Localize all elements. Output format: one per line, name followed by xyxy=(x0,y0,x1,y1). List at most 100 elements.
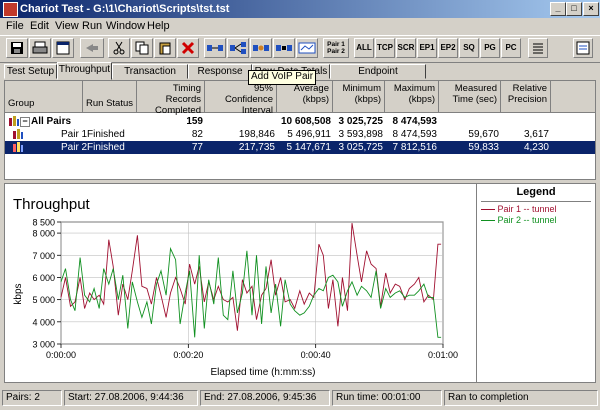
filter-pc-button[interactable]: PC xyxy=(501,38,521,58)
status-completion: Ran to completion xyxy=(444,390,598,406)
delete-icon[interactable] xyxy=(177,38,199,58)
menu-bar: File Edit View Run Window Help xyxy=(0,18,600,35)
col-minimum[interactable]: Minimum (kbps) xyxy=(333,81,385,113)
title-bar: Chariot Test - G:\1\Chariot\Scripts\tst.… xyxy=(0,0,600,18)
close-button[interactable]: × xyxy=(583,2,599,16)
legend-swatch-pair2 xyxy=(481,220,495,222)
menu-file[interactable]: File xyxy=(6,20,24,32)
pair-toggle-button[interactable]: Pair 1 Pair 2 xyxy=(323,38,349,58)
table-row-selected[interactable]: Pair 2 Finished 77 217,735 5 147,671 3 0… xyxy=(5,141,595,154)
menu-view[interactable]: View xyxy=(55,20,79,32)
col-measured-time[interactable]: Measured Time (sec) xyxy=(439,81,501,113)
tab-endpoint-configuration[interactable]: Endpoint Configuration xyxy=(330,64,426,91)
filter-all-button[interactable]: ALL xyxy=(354,38,374,58)
menu-window[interactable]: Window xyxy=(106,20,145,32)
y-tick-label: 8 500 xyxy=(32,218,55,228)
add-multicast-icon[interactable] xyxy=(227,38,249,58)
details-view-icon[interactable] xyxy=(528,38,548,58)
window-icon[interactable] xyxy=(52,38,74,58)
menu-edit[interactable]: Edit xyxy=(30,20,49,32)
legend-label-pair2: Pair 2 -- tunnel xyxy=(497,215,557,225)
y-axis-label: kbps xyxy=(13,283,24,304)
cell-minimum: 3 025,725 xyxy=(338,142,384,153)
menu-help[interactable]: Help xyxy=(147,20,170,32)
pair-icon xyxy=(13,128,23,141)
col-average[interactable]: Average (kbps) xyxy=(277,81,333,113)
tab-test-setup[interactable]: Test Setup xyxy=(4,64,57,79)
y-tick-label: 5 000 xyxy=(32,295,55,305)
tab-transaction-rate[interactable]: Transaction Rate xyxy=(112,64,188,91)
tab-response-time[interactable]: Response Time xyxy=(188,64,252,79)
cell-precision: 3,617 xyxy=(523,129,549,140)
cell-minimum: 3 025,725 xyxy=(338,116,384,127)
legend-item-pair1[interactable]: Pair 1 -- tunnel xyxy=(481,204,557,214)
x-tick-label: 0:00:40 xyxy=(301,350,331,360)
pointer-icon[interactable] xyxy=(80,38,104,58)
tooltip: Add VoIP Pair xyxy=(248,70,317,85)
info-icon[interactable] xyxy=(573,38,593,58)
y-tick-label: 4 000 xyxy=(32,317,55,327)
cell-run-status: Finished xyxy=(87,129,125,140)
chart-legend: Legend Pair 1 -- tunnel Pair 2 -- tunnel xyxy=(476,183,596,383)
filter-scr-button[interactable]: SCR xyxy=(396,38,416,58)
table-row[interactable]: Pair 1 Finished 82 198,846 5 496,911 3 5… xyxy=(5,128,595,141)
collapse-toggle[interactable]: − xyxy=(20,117,30,127)
col-filler xyxy=(551,81,595,113)
status-start: Start: 27.08.2006, 9:44:36 xyxy=(64,390,198,406)
add-app-group-icon[interactable] xyxy=(296,38,318,58)
legend-label-pair1: Pair 1 -- tunnel xyxy=(497,204,557,214)
add-pair-icon[interactable] xyxy=(204,38,226,58)
print-icon[interactable] xyxy=(29,38,51,58)
add-voip-pair-icon[interactable] xyxy=(250,38,272,58)
y-tick-label: 8 000 xyxy=(32,229,55,239)
filter-pg-button[interactable]: PG xyxy=(480,38,500,58)
paste-icon[interactable] xyxy=(154,38,176,58)
x-axis-label: Elapsed time (h:mm:ss) xyxy=(210,367,315,378)
window-title: Chariot Test - G:\1\Chariot\Scripts\tst.… xyxy=(20,3,230,15)
plot-area xyxy=(60,221,444,345)
col-timing-records[interactable]: Timing Records Completed xyxy=(137,81,205,116)
filter-tcp-button[interactable]: TCP xyxy=(375,38,395,58)
cell-average: 5 147,671 xyxy=(286,142,332,153)
cell-maximum: 7 812,516 xyxy=(392,142,438,153)
cut-icon[interactable] xyxy=(108,38,130,58)
col-run-status[interactable]: Run Status xyxy=(83,81,137,113)
pair-icon xyxy=(13,141,23,154)
col-maximum[interactable]: Maximum (kbps) xyxy=(385,81,439,113)
save-icon[interactable] xyxy=(6,38,28,58)
tab-throughput[interactable]: Throughput xyxy=(57,62,112,80)
minimize-button[interactable]: _ xyxy=(550,2,566,16)
col-group[interactable]: Group xyxy=(5,81,83,113)
col-confidence-interval[interactable]: 95% Confidence Interval xyxy=(205,81,277,116)
cell-group: Pair 1 xyxy=(61,129,88,140)
chart-title: Throughput xyxy=(13,196,91,213)
legend-title: Legend xyxy=(516,186,556,198)
maximize-button[interactable]: □ xyxy=(566,2,582,16)
y-tick-label: 6 000 xyxy=(32,273,55,283)
filter-ep2-button[interactable]: EP2 xyxy=(438,38,458,58)
table-row[interactable]: − All Pairs 159 10 608,508 3 025,725 8 4… xyxy=(5,115,595,128)
filter-ep1-button[interactable]: EP1 xyxy=(417,38,437,58)
cell-confidence: 198,846 xyxy=(238,129,275,140)
cell-maximum: 8 474,593 xyxy=(392,116,438,127)
filter-sq-button[interactable]: SQ xyxy=(459,38,479,58)
add-video-pair-icon[interactable] xyxy=(273,38,295,58)
cell-measured-time: 59,670 xyxy=(468,129,499,140)
x-tick-label: 0:00:00 xyxy=(46,350,76,360)
results-grid: Group Run Status Timing Records Complete… xyxy=(4,80,596,180)
status-pairs: Pairs: 2 xyxy=(2,390,62,406)
legend-swatch-pair1 xyxy=(481,209,495,211)
app-icon xyxy=(3,2,18,17)
cell-confidence: 217,735 xyxy=(238,142,275,153)
cell-group: All Pairs xyxy=(31,116,72,127)
col-relative-precision[interactable]: Relative Precision xyxy=(501,81,551,113)
pair-icon xyxy=(9,115,19,128)
cell-records: 159 xyxy=(186,116,203,127)
copy-icon[interactable] xyxy=(131,38,153,58)
menu-run[interactable]: Run xyxy=(82,20,102,32)
cell-average: 5 496,911 xyxy=(287,129,331,140)
cell-minimum: 3 593,898 xyxy=(338,129,384,140)
cell-records: 82 xyxy=(191,129,203,140)
legend-item-pair2[interactable]: Pair 2 -- tunnel xyxy=(481,215,557,225)
legend-divider xyxy=(481,201,591,202)
